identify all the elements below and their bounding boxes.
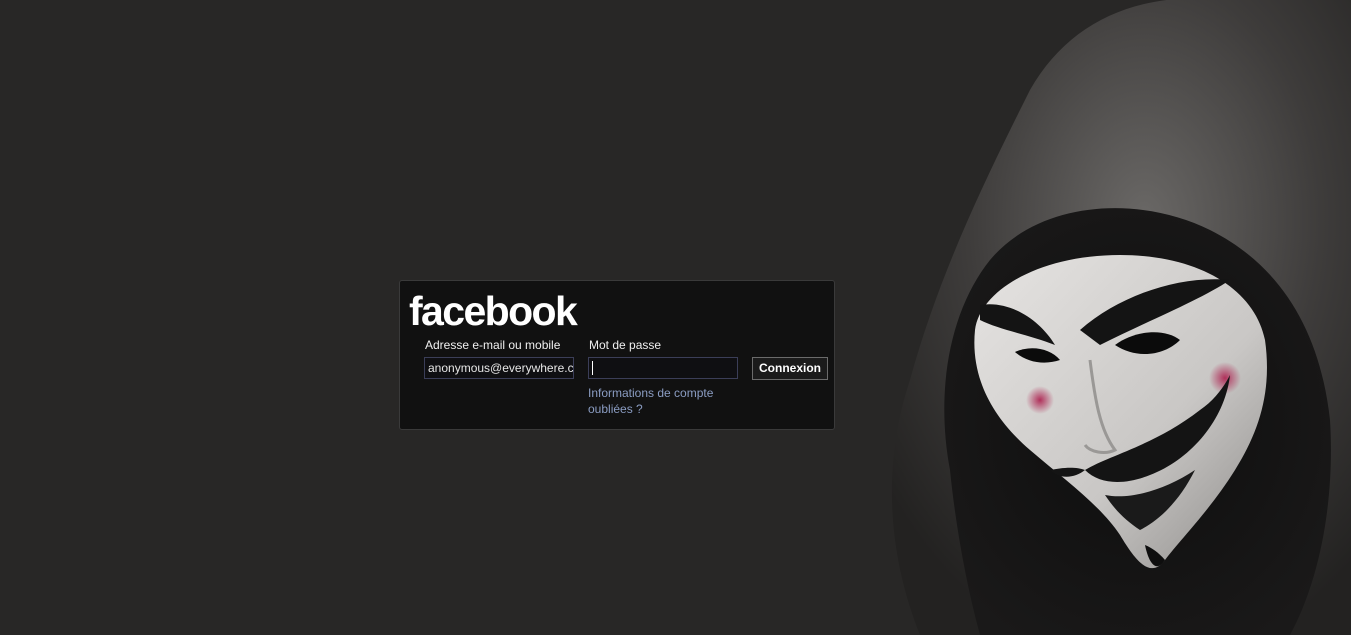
hooded-mask-figure-image	[891, 0, 1351, 635]
email-field[interactable]: anonymous@everywhere.com	[424, 357, 574, 379]
text-caret	[592, 361, 593, 375]
login-panel: facebook Adresse e-mail ou mobile Mot de…	[399, 280, 835, 430]
facebook-logo[interactable]: facebook	[409, 291, 578, 332]
login-button[interactable]: Connexion	[752, 357, 828, 380]
password-field[interactable]	[588, 357, 738, 379]
page: facebook Adresse e-mail ou mobile Mot de…	[0, 0, 1351, 635]
forgot-account-link[interactable]: Informations de compte oubliées ?	[588, 385, 728, 417]
email-label: Adresse e-mail ou mobile	[425, 338, 561, 352]
password-label: Mot de passe	[589, 338, 662, 352]
